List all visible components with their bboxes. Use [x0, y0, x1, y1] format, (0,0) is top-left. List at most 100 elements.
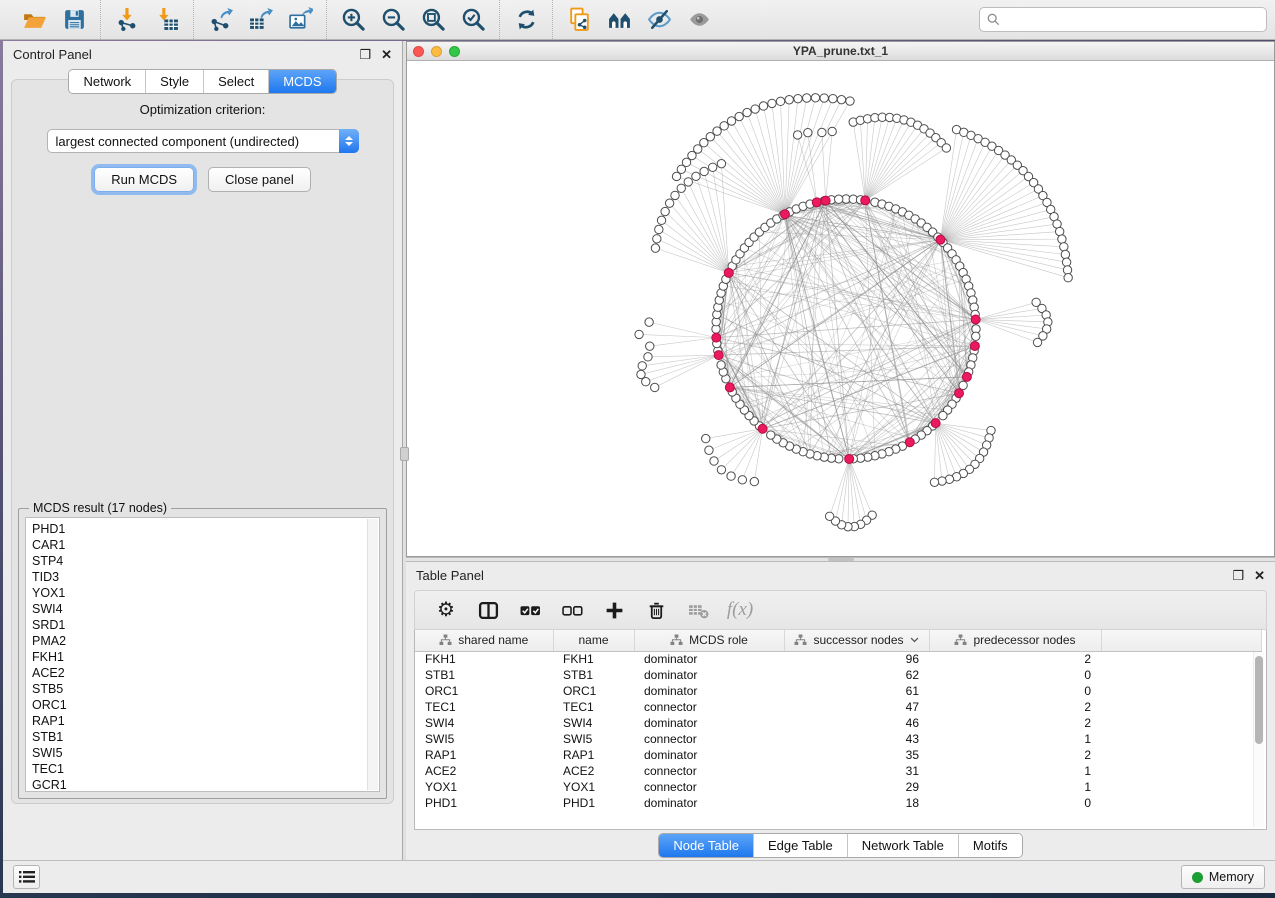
- cell-MCDS-role[interactable]: dominator: [634, 651, 784, 667]
- network-node[interactable]: [846, 97, 854, 105]
- cell-shared-name[interactable]: STB1: [415, 667, 553, 683]
- table-row[interactable]: SWI4SWI4dominator462: [415, 715, 1261, 731]
- cell-successor-nodes[interactable]: 46: [784, 715, 929, 731]
- network-node[interactable]: [835, 195, 843, 203]
- cell-shared-name[interactable]: SWI5: [415, 731, 553, 747]
- network-node[interactable]: [653, 235, 661, 243]
- zoom-selected-button[interactable]: [453, 3, 493, 37]
- run-mcds-button[interactable]: Run MCDS: [94, 167, 194, 192]
- cell-name[interactable]: RAP1: [553, 747, 634, 763]
- network-node[interactable]: [651, 383, 659, 391]
- cell-MCDS-role[interactable]: connector: [634, 699, 784, 715]
- zoom-fit-button[interactable]: [413, 3, 453, 37]
- table-row[interactable]: STB1STB1dominator620: [415, 667, 1261, 683]
- column-header-successor-nodes[interactable]: successor nodes: [784, 630, 929, 651]
- network-node[interactable]: [708, 163, 716, 171]
- result-node[interactable]: PMA2: [32, 633, 379, 649]
- column-header-MCDS-role[interactable]: MCDS role: [634, 630, 784, 651]
- table-row[interactable]: ORC1ORC1dominator610: [415, 683, 1261, 699]
- network-node[interactable]: [700, 167, 708, 175]
- cell-successor-nodes[interactable]: 18: [784, 795, 929, 811]
- cell-name[interactable]: TEC1: [553, 699, 634, 715]
- table-scrollbar-thumb[interactable]: [1255, 656, 1263, 744]
- cell-successor-nodes[interactable]: 29: [784, 779, 929, 795]
- network-node[interactable]: [743, 108, 751, 116]
- cell-predecessor-nodes[interactable]: 0: [929, 667, 1101, 683]
- mcds-result-list[interactable]: PHD1CAR1STP4TID3YOX1SWI4SRD1PMA2FKH1ACE2…: [25, 517, 380, 792]
- cell-name[interactable]: STB1: [553, 667, 634, 683]
- network-node[interactable]: [655, 225, 663, 233]
- mcds-node[interactable]: [931, 419, 940, 428]
- mcds-node[interactable]: [936, 235, 945, 244]
- search-box[interactable]: [979, 7, 1267, 32]
- zoom-in-button[interactable]: [333, 3, 373, 37]
- network-node[interactable]: [959, 381, 967, 389]
- network-node[interactable]: [638, 362, 646, 370]
- network-node[interactable]: [793, 131, 801, 139]
- table-row[interactable]: PHD1PHD1dominator180: [415, 795, 1261, 811]
- close-table-panel-icon[interactable]: ✕: [1254, 569, 1265, 582]
- network-node[interactable]: [738, 476, 746, 484]
- hide-selected-button[interactable]: [639, 3, 679, 37]
- cell-name[interactable]: PHD1: [553, 795, 634, 811]
- network-node[interactable]: [972, 332, 980, 340]
- tab-edge-table[interactable]: Edge Table: [753, 834, 847, 857]
- cell-shared-name[interactable]: ORC1: [415, 683, 553, 699]
- tab-network[interactable]: Network: [69, 70, 145, 93]
- cell-successor-nodes[interactable]: 31: [784, 763, 929, 779]
- network-node[interactable]: [645, 318, 653, 326]
- network-node[interactable]: [785, 96, 793, 104]
- network-node[interactable]: [720, 122, 728, 130]
- mcds-node[interactable]: [845, 454, 854, 463]
- table-row[interactable]: SWI5SWI5connector431: [415, 731, 1261, 747]
- network-node[interactable]: [776, 97, 784, 105]
- network-node[interactable]: [759, 102, 767, 110]
- mcds-node[interactable]: [812, 198, 821, 207]
- mcds-node[interactable]: [712, 333, 721, 342]
- network-node[interactable]: [717, 361, 725, 369]
- cell-shared-name[interactable]: ACE2: [415, 763, 553, 779]
- open-button[interactable]: [14, 3, 54, 37]
- cell-shared-name[interactable]: PHD1: [415, 795, 553, 811]
- cell-shared-name[interactable]: RAP1: [415, 747, 553, 763]
- network-node[interactable]: [1060, 243, 1068, 251]
- network-node[interactable]: [818, 128, 826, 136]
- cell-shared-name[interactable]: FKH1: [415, 651, 553, 667]
- cell-successor-nodes[interactable]: 61: [784, 683, 929, 699]
- result-node[interactable]: ORC1: [32, 697, 379, 713]
- network-node[interactable]: [1061, 250, 1069, 258]
- network-node[interactable]: [939, 411, 947, 419]
- mcds-node[interactable]: [821, 196, 830, 205]
- import-network-button[interactable]: [107, 3, 147, 37]
- cell-name[interactable]: ORC1: [553, 683, 634, 699]
- network-node[interactable]: [735, 112, 743, 120]
- network-node[interactable]: [1062, 258, 1070, 266]
- result-list-scrollbar[interactable]: [367, 519, 378, 790]
- result-node[interactable]: TEC1: [32, 761, 379, 777]
- table-row[interactable]: TEC1TEC1connector472: [415, 699, 1261, 715]
- table-row[interactable]: FKH1FKH1dominator962: [415, 651, 1261, 667]
- result-node[interactable]: ACE2: [32, 665, 379, 681]
- cell-predecessor-nodes[interactable]: 2: [929, 747, 1101, 763]
- first-neighbors-button[interactable]: [599, 3, 639, 37]
- cell-MCDS-role[interactable]: dominator: [634, 683, 784, 699]
- network-node[interactable]: [646, 342, 654, 350]
- network-node[interactable]: [637, 370, 645, 378]
- result-node[interactable]: SWI5: [32, 745, 379, 761]
- cell-MCDS-role[interactable]: connector: [634, 731, 784, 747]
- network-node[interactable]: [710, 457, 718, 465]
- result-node[interactable]: SWI4: [32, 601, 379, 617]
- mcds-node[interactable]: [725, 383, 734, 392]
- network-node[interactable]: [803, 94, 811, 102]
- result-node[interactable]: TID3: [32, 569, 379, 585]
- new-network-from-selection-button[interactable]: [559, 3, 599, 37]
- cell-successor-nodes[interactable]: 62: [784, 667, 929, 683]
- network-node[interactable]: [930, 478, 938, 486]
- cell-MCDS-role[interactable]: dominator: [634, 795, 784, 811]
- network-node[interactable]: [644, 353, 652, 361]
- float-panel-icon[interactable]: ❒: [359, 48, 371, 61]
- network-node[interactable]: [825, 512, 833, 520]
- result-node[interactable]: GCR1: [32, 777, 379, 792]
- network-node[interactable]: [837, 95, 845, 103]
- network-node[interactable]: [671, 191, 679, 199]
